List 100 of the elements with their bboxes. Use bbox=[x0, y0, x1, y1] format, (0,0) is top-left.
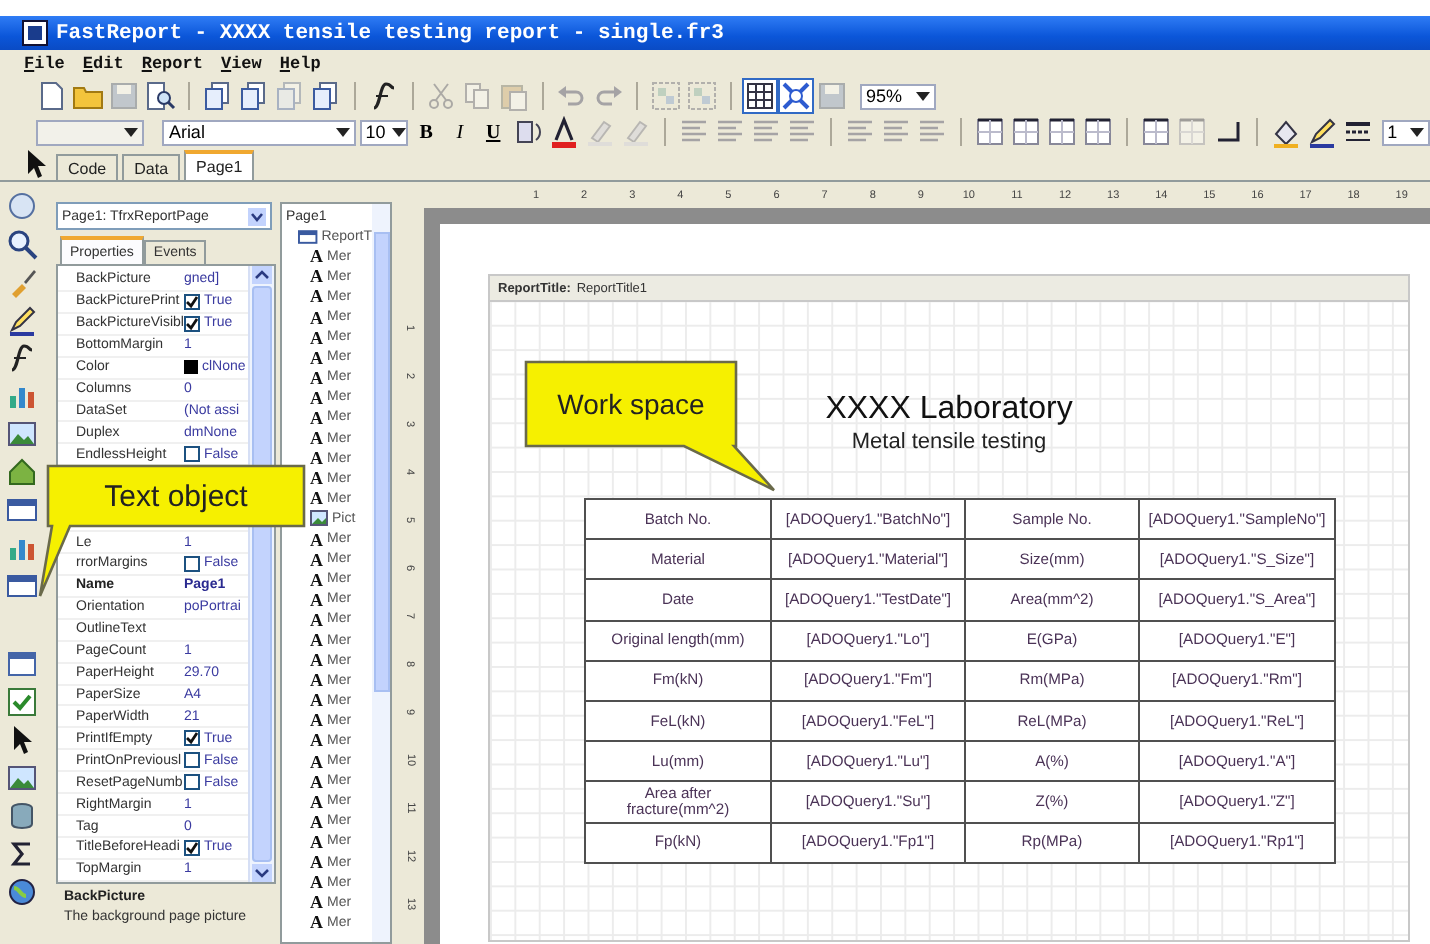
frame-icon[interactable] bbox=[973, 116, 1006, 148]
text-object-icon: A bbox=[310, 589, 323, 610]
pages-icon[interactable] bbox=[202, 80, 234, 112]
clipboard-icon[interactable] bbox=[498, 80, 530, 112]
text-object-icon: A bbox=[310, 286, 323, 307]
menu-item[interactable]: View bbox=[220, 54, 262, 74]
caret-icon bbox=[1410, 127, 1425, 137]
font-color-icon[interactable] bbox=[547, 116, 580, 148]
size-dropdown[interactable]: 10 bbox=[359, 119, 408, 145]
frame-icon[interactable] bbox=[1009, 116, 1042, 148]
checkbox[interactable] bbox=[184, 293, 200, 310]
caret-icon bbox=[335, 127, 350, 137]
report-subtitle[interactable]: Metal tensile testing bbox=[851, 430, 1047, 454]
caret-icon bbox=[248, 207, 266, 225]
text-object-icon: A bbox=[310, 387, 323, 408]
scroll-up-icon bbox=[252, 266, 272, 284]
curve-icon[interactable] bbox=[6, 342, 38, 374]
menu-item[interactable]: Edit bbox=[82, 54, 124, 74]
checkbox[interactable] bbox=[184, 315, 200, 332]
text-object-icon: A bbox=[310, 670, 323, 691]
text-object-icon: A bbox=[310, 407, 323, 428]
tab[interactable]: Page1 bbox=[184, 150, 255, 180]
italic-button[interactable]: I bbox=[444, 121, 475, 143]
text-object-icon: A bbox=[310, 690, 323, 711]
text-object-icon: A bbox=[310, 468, 323, 489]
pen-icon[interactable] bbox=[1305, 116, 1338, 148]
band-icon bbox=[298, 229, 318, 244]
scroll-down-icon bbox=[252, 864, 272, 882]
caret-icon bbox=[123, 127, 138, 137]
text-object-icon: A bbox=[310, 569, 323, 590]
underline-button[interactable]: U bbox=[478, 121, 508, 143]
caret-icon bbox=[916, 91, 930, 101]
text-object-icon: A bbox=[310, 771, 323, 792]
text-object-icon: A bbox=[310, 609, 323, 630]
text-object-icon: A bbox=[310, 428, 323, 449]
text-object-icon: A bbox=[310, 327, 323, 348]
frame-icon[interactable] bbox=[1081, 116, 1114, 148]
scrollbar[interactable] bbox=[372, 204, 390, 942]
page-magnifier-icon[interactable] bbox=[144, 80, 176, 112]
menu-item[interactable]: File bbox=[24, 54, 65, 74]
band-icon[interactable] bbox=[6, 494, 38, 526]
band-icon[interactable] bbox=[6, 570, 38, 602]
text-object-icon: A bbox=[310, 266, 323, 287]
pages-icon[interactable] bbox=[238, 80, 270, 112]
text-object-icon: A bbox=[310, 488, 323, 509]
fill-icon[interactable] bbox=[1269, 116, 1302, 148]
pages-icon[interactable] bbox=[310, 80, 342, 112]
pen-icon[interactable] bbox=[6, 304, 38, 336]
magnifier-icon[interactable] bbox=[6, 228, 38, 260]
text-object-icon: A bbox=[310, 246, 323, 267]
caret-icon bbox=[391, 127, 406, 137]
checkbox[interactable] bbox=[184, 555, 200, 572]
house-icon[interactable] bbox=[6, 456, 38, 488]
callout: Work space bbox=[524, 360, 780, 494]
text-object-icon: A bbox=[310, 751, 323, 772]
checkbox[interactable] bbox=[184, 774, 200, 791]
bold-button[interactable]: B bbox=[411, 121, 441, 143]
frame-icon[interactable] bbox=[1045, 116, 1078, 148]
text-object-icon: A bbox=[310, 912, 323, 933]
check-icon[interactable] bbox=[6, 686, 38, 718]
text-object-icon: A bbox=[310, 347, 323, 368]
zoom-dropdown[interactable]: 95% bbox=[860, 83, 936, 109]
checkbox[interactable] bbox=[184, 752, 200, 769]
image-icon[interactable] bbox=[6, 418, 38, 450]
circle-icon[interactable] bbox=[6, 190, 38, 222]
tab[interactable]: Code bbox=[56, 154, 119, 180]
line-width-dropdown[interactable]: 1 bbox=[1381, 119, 1430, 145]
text-object-icon: A bbox=[310, 529, 323, 550]
snap-icon[interactable] bbox=[780, 80, 812, 112]
grid-icon[interactable] bbox=[744, 80, 776, 112]
report-title[interactable]: XXXX Laboratory bbox=[825, 392, 1073, 426]
checkbox[interactable] bbox=[184, 730, 200, 747]
app-icon bbox=[22, 20, 48, 46]
text-object-icon: A bbox=[310, 630, 323, 651]
window-title: FastReport - XXXX tensile testing report - single.fr3 bbox=[56, 21, 724, 45]
text-object-icon: A bbox=[310, 791, 323, 812]
scrollbar[interactable] bbox=[248, 266, 274, 882]
font-dropdown[interactable]: Arial bbox=[162, 119, 356, 145]
scrollbar-thumb[interactable] bbox=[373, 232, 389, 692]
image-icon bbox=[310, 510, 328, 527]
curve-icon[interactable] bbox=[368, 80, 400, 112]
text-object-icon: A bbox=[310, 549, 323, 570]
menu-item[interactable]: Help bbox=[279, 54, 321, 74]
globe-icon[interactable] bbox=[6, 876, 38, 908]
text-object-icon: A bbox=[310, 811, 323, 832]
database-icon[interactable] bbox=[6, 800, 38, 832]
rotate-icon[interactable] bbox=[511, 116, 544, 148]
style-dropdown[interactable] bbox=[36, 119, 144, 145]
text-object-icon: A bbox=[310, 307, 323, 328]
text-object-icon: A bbox=[310, 367, 323, 388]
text-object-icon: A bbox=[310, 831, 323, 852]
menu-item[interactable]: Report bbox=[141, 54, 203, 74]
text-object-icon: A bbox=[310, 872, 323, 893]
frame-icon[interactable] bbox=[1139, 116, 1172, 148]
image-icon[interactable] bbox=[6, 762, 38, 794]
checkbox[interactable] bbox=[184, 839, 200, 856]
checkbox[interactable] bbox=[184, 446, 200, 463]
text-object-icon: A bbox=[310, 892, 323, 913]
window-icon[interactable] bbox=[6, 648, 38, 680]
tab[interactable]: Data bbox=[122, 154, 181, 180]
